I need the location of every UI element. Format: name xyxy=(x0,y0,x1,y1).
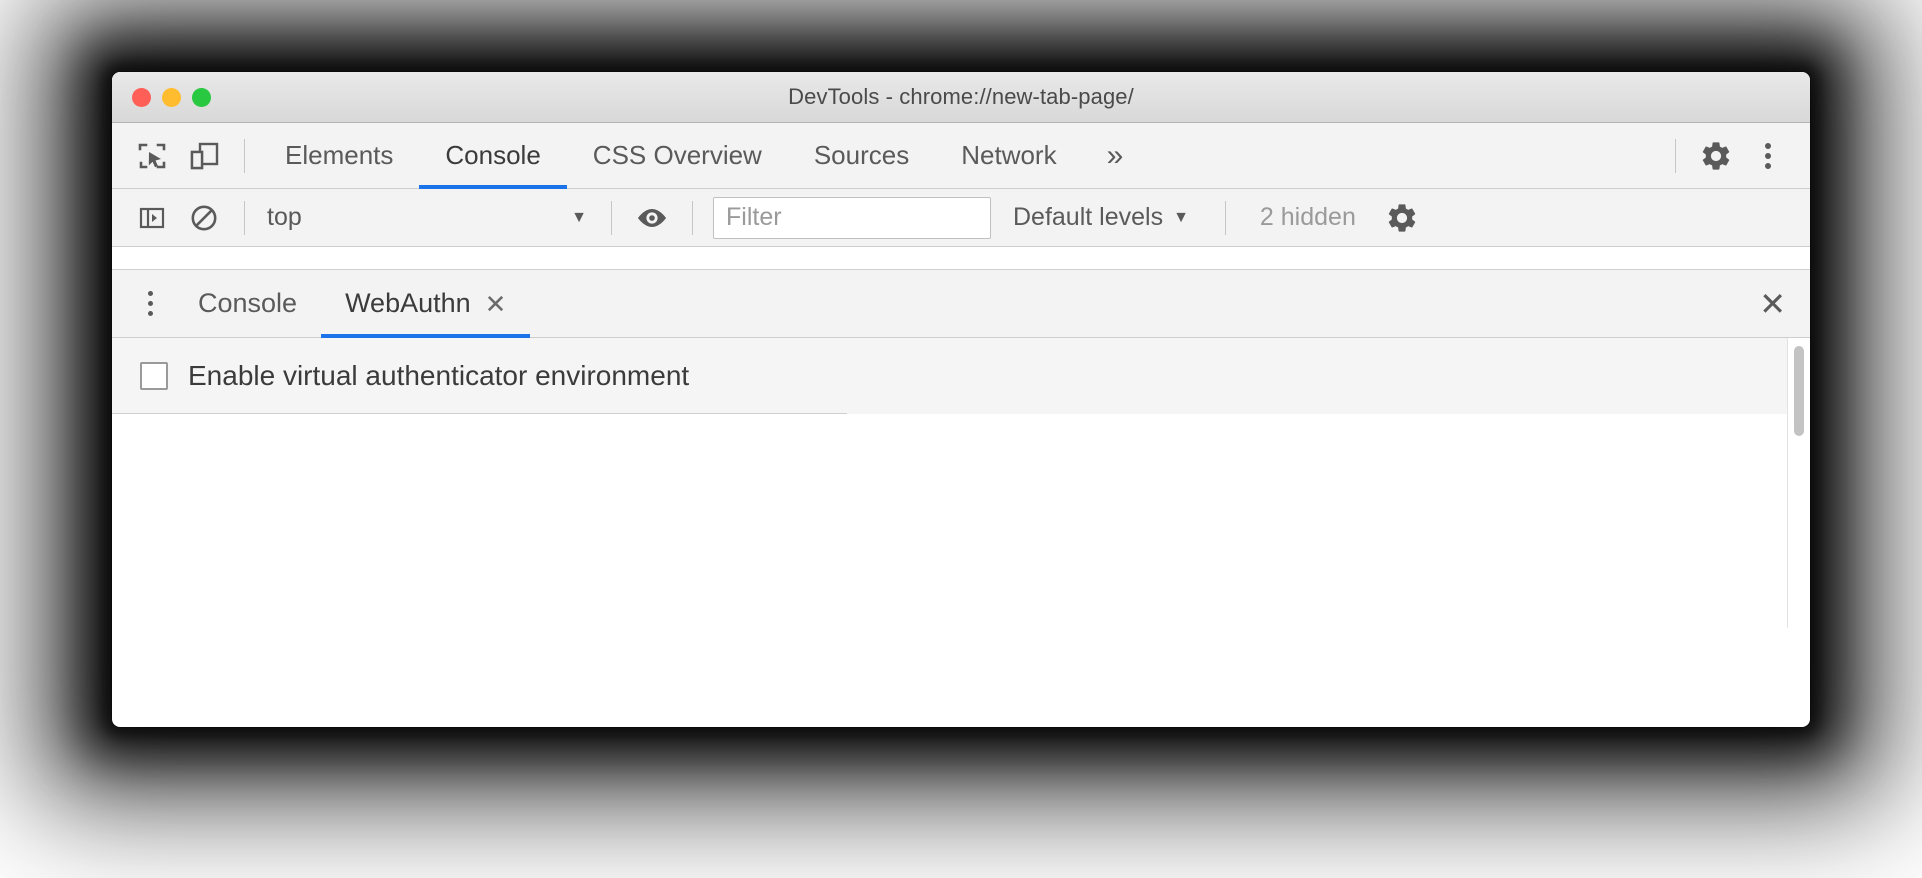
drawer-tabbar: Console WebAuthn ✕ ✕ xyxy=(112,270,1810,338)
filter-toolbar-divider-3 xyxy=(692,200,693,235)
drawer-tab-webauthn-label: WebAuthn xyxy=(345,288,471,318)
drawer-tab-console[interactable]: Console xyxy=(174,270,321,338)
maximize-window-button[interactable] xyxy=(192,87,211,107)
enable-virtual-authenticator-row[interactable]: Enable virtual authenticator environment xyxy=(112,338,1810,414)
log-levels-label: Default levels xyxy=(1013,203,1164,231)
main-menu-button[interactable] xyxy=(1742,130,1794,182)
close-icon[interactable]: ✕ xyxy=(485,291,507,317)
gear-icon xyxy=(1699,139,1733,173)
execution-context-value: top xyxy=(267,203,302,231)
toolbar-divider-right xyxy=(1675,138,1676,173)
filter-toolbar-divider-4 xyxy=(1224,200,1226,235)
eye-icon xyxy=(635,205,669,231)
enable-virtual-authenticator-checkbox[interactable] xyxy=(140,362,168,390)
filter-toolbar-divider-1 xyxy=(244,200,245,235)
close-drawer-button[interactable]: ✕ xyxy=(1759,288,1786,320)
clear-console-icon xyxy=(188,202,220,234)
device-toolbar-icon xyxy=(188,140,220,172)
chevron-double-right-icon: » xyxy=(1106,138,1124,172)
tab-css-overview-label: CSS Overview xyxy=(592,140,762,170)
drawer-scrollbar[interactable] xyxy=(1787,338,1810,628)
webauthn-panel: Enable virtual authenticator environment xyxy=(112,338,1810,628)
log-levels-selector[interactable]: Default levels ▼ xyxy=(991,203,1211,232)
kebab-menu-icon xyxy=(147,301,153,306)
chevron-down-icon: ▼ xyxy=(1173,208,1189,226)
kebab-menu-icon xyxy=(1754,141,1782,171)
console-filter-placeholder: Filter xyxy=(726,203,782,231)
tab-network-label: Network xyxy=(961,140,1057,170)
tab-sources[interactable]: Sources xyxy=(788,123,935,189)
console-filter-toolbar: top ▼ Filter Default levels ▼ 2 hidden xyxy=(112,189,1810,247)
tab-console-label: Console xyxy=(445,140,541,170)
execution-context-selector[interactable]: top ▼ xyxy=(259,203,597,232)
screenshot-root: DevTools - chrome://new-tab-page/ Elemen… xyxy=(0,0,1922,878)
tab-sources-label: Sources xyxy=(813,140,910,170)
toolbar-divider xyxy=(244,138,245,173)
device-toolbar-button[interactable] xyxy=(178,130,230,182)
console-output-area xyxy=(112,247,1810,270)
main-toolbar-right-actions xyxy=(1661,130,1810,182)
traffic-light-buttons xyxy=(132,72,211,122)
minimize-window-button[interactable] xyxy=(162,87,181,107)
webauthn-panel-body xyxy=(112,414,1810,628)
drawer-tab-console-label: Console xyxy=(198,288,298,318)
window-title: DevTools - chrome://new-tab-page/ xyxy=(788,84,1134,109)
drawer-tab-webauthn[interactable]: WebAuthn ✕ xyxy=(321,270,531,338)
inspect-element-icon xyxy=(136,140,168,172)
console-sidebar-icon xyxy=(137,203,167,233)
enable-virtual-authenticator-label: Enable virtual authenticator environment xyxy=(188,360,690,391)
console-settings-button[interactable] xyxy=(1376,192,1428,244)
inspect-element-button[interactable] xyxy=(126,130,178,182)
chevron-down-icon: ▼ xyxy=(571,208,587,226)
live-expression-button[interactable] xyxy=(626,192,678,244)
drawer-scrollbar-thumb[interactable] xyxy=(1794,346,1804,436)
devtools-panel-tabs: Elements Console CSS Overview Sources Ne… xyxy=(259,123,1147,189)
tab-elements-label: Elements xyxy=(285,140,394,170)
tab-css-overview[interactable]: CSS Overview xyxy=(567,123,788,189)
hidden-messages-count: 2 hidden xyxy=(1259,203,1356,231)
devtools-window: DevTools - chrome://new-tab-page/ Elemen… xyxy=(112,72,1810,727)
console-sidebar-toggle-button[interactable] xyxy=(126,192,178,244)
devtools-main-toolbar: Elements Console CSS Overview Sources Ne… xyxy=(112,123,1810,189)
tab-elements[interactable]: Elements xyxy=(259,123,419,189)
filter-toolbar-divider-2 xyxy=(611,200,612,235)
tab-console[interactable]: Console xyxy=(419,123,568,189)
close-icon: ✕ xyxy=(1759,285,1786,322)
drawer-more-tools-button[interactable] xyxy=(126,280,174,328)
gear-icon xyxy=(1385,201,1419,235)
settings-button[interactable] xyxy=(1690,130,1742,182)
kebab-menu-icon xyxy=(147,311,153,316)
more-tabs-button[interactable]: » xyxy=(1083,123,1148,189)
console-filter-input[interactable]: Filter xyxy=(713,196,991,239)
tab-network[interactable]: Network xyxy=(935,123,1082,189)
kebab-menu-icon xyxy=(147,291,153,296)
clear-console-button[interactable] xyxy=(178,192,230,244)
close-window-button[interactable] xyxy=(132,87,151,107)
window-titlebar: DevTools - chrome://new-tab-page/ xyxy=(112,72,1810,123)
